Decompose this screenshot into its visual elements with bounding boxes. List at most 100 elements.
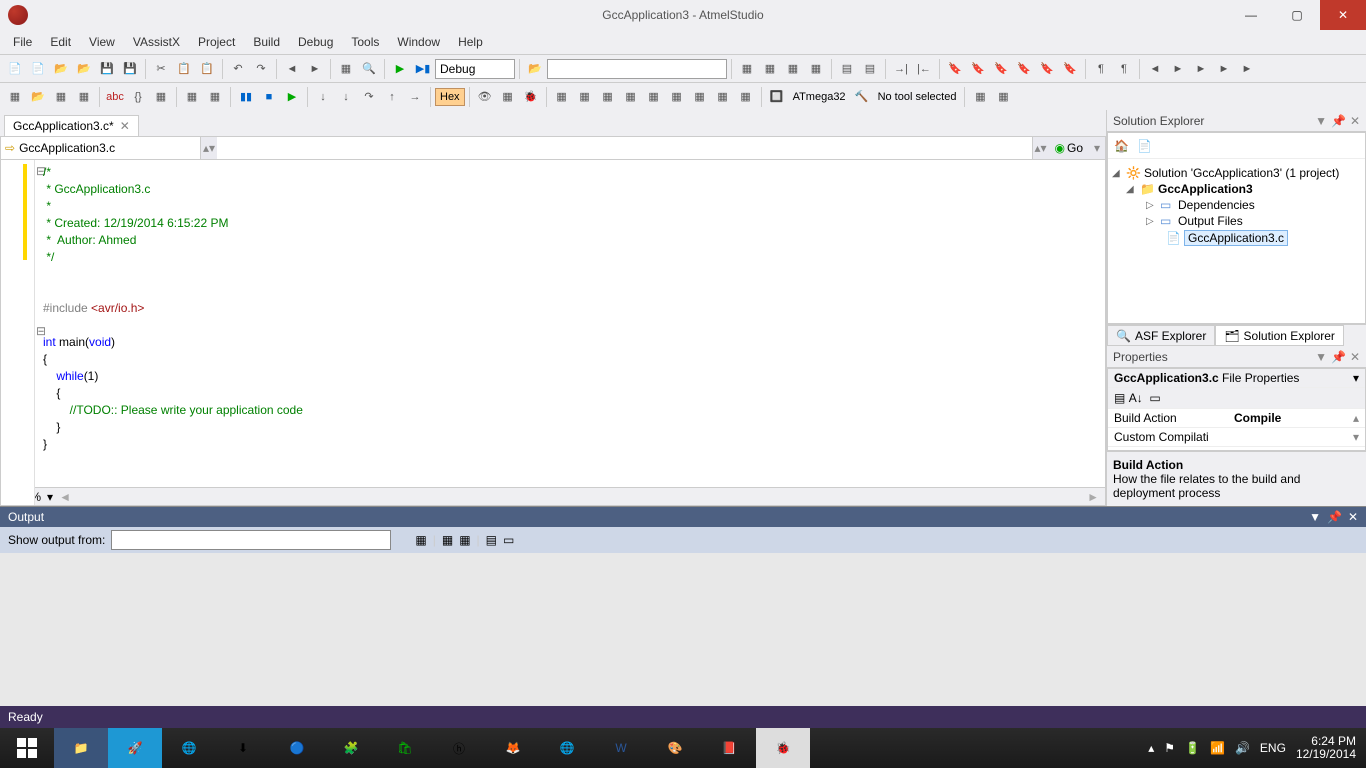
- device-label[interactable]: ATmega32: [789, 91, 850, 103]
- ie-taskbar-icon[interactable]: 🌐: [162, 728, 216, 768]
- show-all-icon[interactable]: 📄: [1137, 139, 1152, 153]
- menu-file[interactable]: File: [6, 33, 39, 51]
- t2-iconK[interactable]: ▦: [735, 86, 757, 108]
- nav4-icon[interactable]: ►: [1213, 58, 1235, 80]
- t2-iconE[interactable]: ▦: [597, 86, 619, 108]
- store-taskbar-icon[interactable]: 🛍: [378, 728, 432, 768]
- step-icon[interactable]: ↓: [312, 86, 334, 108]
- panel-dropdown-icon[interactable]: ▼: [1315, 114, 1327, 128]
- paste-icon[interactable]: 📋: [196, 58, 218, 80]
- solution-node[interactable]: ◢🔆Solution 'GccApplication3' (1 project): [1112, 165, 1361, 181]
- bookmark6-icon[interactable]: 🔖: [1059, 58, 1081, 80]
- file-node[interactable]: 📄GccApplication3.c: [1112, 229, 1361, 247]
- explorer-taskbar-icon[interactable]: 📁: [54, 728, 108, 768]
- start-debug-icon[interactable]: ▶: [389, 58, 411, 80]
- output-body[interactable]: [0, 553, 1366, 706]
- go-button[interactable]: ◉Go: [1049, 137, 1090, 159]
- nav5-icon[interactable]: ►: [1236, 58, 1258, 80]
- menu-tools[interactable]: Tools: [344, 33, 386, 51]
- deps-node[interactable]: ▷▭Dependencies: [1112, 197, 1361, 213]
- t2-icon9[interactable]: ▦: [204, 86, 226, 108]
- copy-icon[interactable]: 📋: [173, 58, 195, 80]
- project-node[interactable]: ◢📁GccApplication3: [1112, 181, 1361, 197]
- t2-iconF[interactable]: ▦: [620, 86, 642, 108]
- menu-view[interactable]: View: [82, 33, 122, 51]
- minimize-button[interactable]: —: [1228, 0, 1274, 30]
- firefox-taskbar-icon[interactable]: 🦊: [486, 728, 540, 768]
- t2-icon4[interactable]: ▦: [73, 86, 95, 108]
- menu-build[interactable]: Build: [246, 33, 287, 51]
- tray-wifi-icon[interactable]: 📶: [1210, 741, 1225, 755]
- bookmark-next-icon[interactable]: 🔖: [967, 58, 989, 80]
- props-pages-icon[interactable]: ▭: [1149, 391, 1160, 405]
- run-icon[interactable]: ▶: [281, 86, 303, 108]
- step-into-icon[interactable]: ↓: [335, 86, 357, 108]
- break-icon[interactable]: ▮▮: [235, 86, 257, 108]
- search-combo[interactable]: [547, 59, 727, 79]
- out-icon3[interactable]: ▦: [459, 533, 470, 547]
- t2-iconH[interactable]: ▦: [666, 86, 688, 108]
- zoom-dropdown-icon[interactable]: ▾: [47, 490, 53, 504]
- out-pin-icon[interactable]: 📌: [1327, 510, 1342, 524]
- build-icon[interactable]: ▦: [335, 58, 357, 80]
- menu-project[interactable]: Project: [191, 33, 242, 51]
- t2-icon3[interactable]: ▦: [50, 86, 72, 108]
- open-icon[interactable]: 📂: [50, 58, 72, 80]
- tool-label[interactable]: No tool selected: [874, 91, 961, 103]
- bookmark5-icon[interactable]: 🔖: [1036, 58, 1058, 80]
- out-icon5[interactable]: ▭: [503, 533, 514, 547]
- watch-icon[interactable]: 👁: [474, 86, 496, 108]
- open-project-icon[interactable]: 📂: [73, 58, 95, 80]
- tab-close-icon[interactable]: ✕: [120, 119, 130, 133]
- open2-icon[interactable]: 📂: [524, 58, 546, 80]
- menu-help[interactable]: Help: [451, 33, 490, 51]
- puzzle-taskbar-icon[interactable]: 🧩: [324, 728, 378, 768]
- para2-icon[interactable]: ¶: [1113, 58, 1135, 80]
- scope-combo[interactable]: ⇨ GccApplication3.c: [1, 137, 201, 159]
- t2-icon1[interactable]: ▦: [4, 86, 26, 108]
- app1-taskbar-icon[interactable]: 🚀: [108, 728, 162, 768]
- out-dropdown-icon[interactable]: ▼: [1309, 510, 1321, 524]
- start-icon[interactable]: ▶▮: [412, 58, 434, 80]
- t2-iconJ[interactable]: ▦: [712, 86, 734, 108]
- t2-abc-icon[interactable]: abc: [104, 86, 126, 108]
- save-all-icon[interactable]: 💾: [119, 58, 141, 80]
- redo-icon[interactable]: ↷: [250, 58, 272, 80]
- maximize-button[interactable]: ▢: [1274, 0, 1320, 30]
- menu-debug[interactable]: Debug: [291, 33, 340, 51]
- misc1-icon[interactable]: ▦: [736, 58, 758, 80]
- menu-window[interactable]: Window: [390, 33, 447, 51]
- out-icon4[interactable]: ▤: [486, 533, 497, 547]
- stop-icon[interactable]: ■: [258, 86, 280, 108]
- out-icon2[interactable]: ▦: [442, 533, 453, 547]
- tray-clock[interactable]: 6:24 PM 12/19/2014: [1296, 735, 1356, 761]
- sort-icon[interactable]: A↓: [1129, 391, 1143, 405]
- nav-back-icon[interactable]: ◄: [281, 58, 303, 80]
- prop-row-build-action[interactable]: Build ActionCompile▴: [1108, 409, 1365, 428]
- menu-edit[interactable]: Edit: [43, 33, 78, 51]
- hex-toggle[interactable]: Hex: [435, 88, 465, 106]
- indent-icon[interactable]: →|: [890, 58, 912, 80]
- bookmark-icon[interactable]: 🔖: [944, 58, 966, 80]
- out-close-icon[interactable]: ✕: [1348, 510, 1358, 524]
- word-taskbar-icon[interactable]: W: [594, 728, 648, 768]
- misc4-icon[interactable]: ▦: [805, 58, 827, 80]
- bookmark-clear-icon[interactable]: 🔖: [1013, 58, 1035, 80]
- para1-icon[interactable]: ¶: [1090, 58, 1112, 80]
- uncomment-icon[interactable]: ▤: [859, 58, 881, 80]
- member-combo[interactable]: [217, 137, 1033, 159]
- props-pin-icon[interactable]: 📌: [1331, 350, 1346, 364]
- tray-lang[interactable]: ENG: [1260, 741, 1286, 755]
- t2-iconL[interactable]: ▦: [969, 86, 991, 108]
- panel-close-icon[interactable]: ✕: [1350, 114, 1360, 128]
- t2-iconD[interactable]: ▦: [574, 86, 596, 108]
- asf-explorer-tab[interactable]: 🔍ASF Explorer: [1107, 325, 1215, 346]
- bookmark-prev-icon[interactable]: 🔖: [990, 58, 1012, 80]
- comment-icon[interactable]: ▤: [836, 58, 858, 80]
- code-editor[interactable]: /* * GccApplication3.c * * Created: 12/1…: [1, 160, 1105, 487]
- props-combo-icon[interactable]: ▾: [1347, 369, 1365, 387]
- start-button[interactable]: [0, 728, 54, 768]
- nav1-icon[interactable]: ◄: [1144, 58, 1166, 80]
- t2-icon8[interactable]: ▦: [181, 86, 203, 108]
- tray-flag-icon[interactable]: ⚑: [1164, 741, 1175, 755]
